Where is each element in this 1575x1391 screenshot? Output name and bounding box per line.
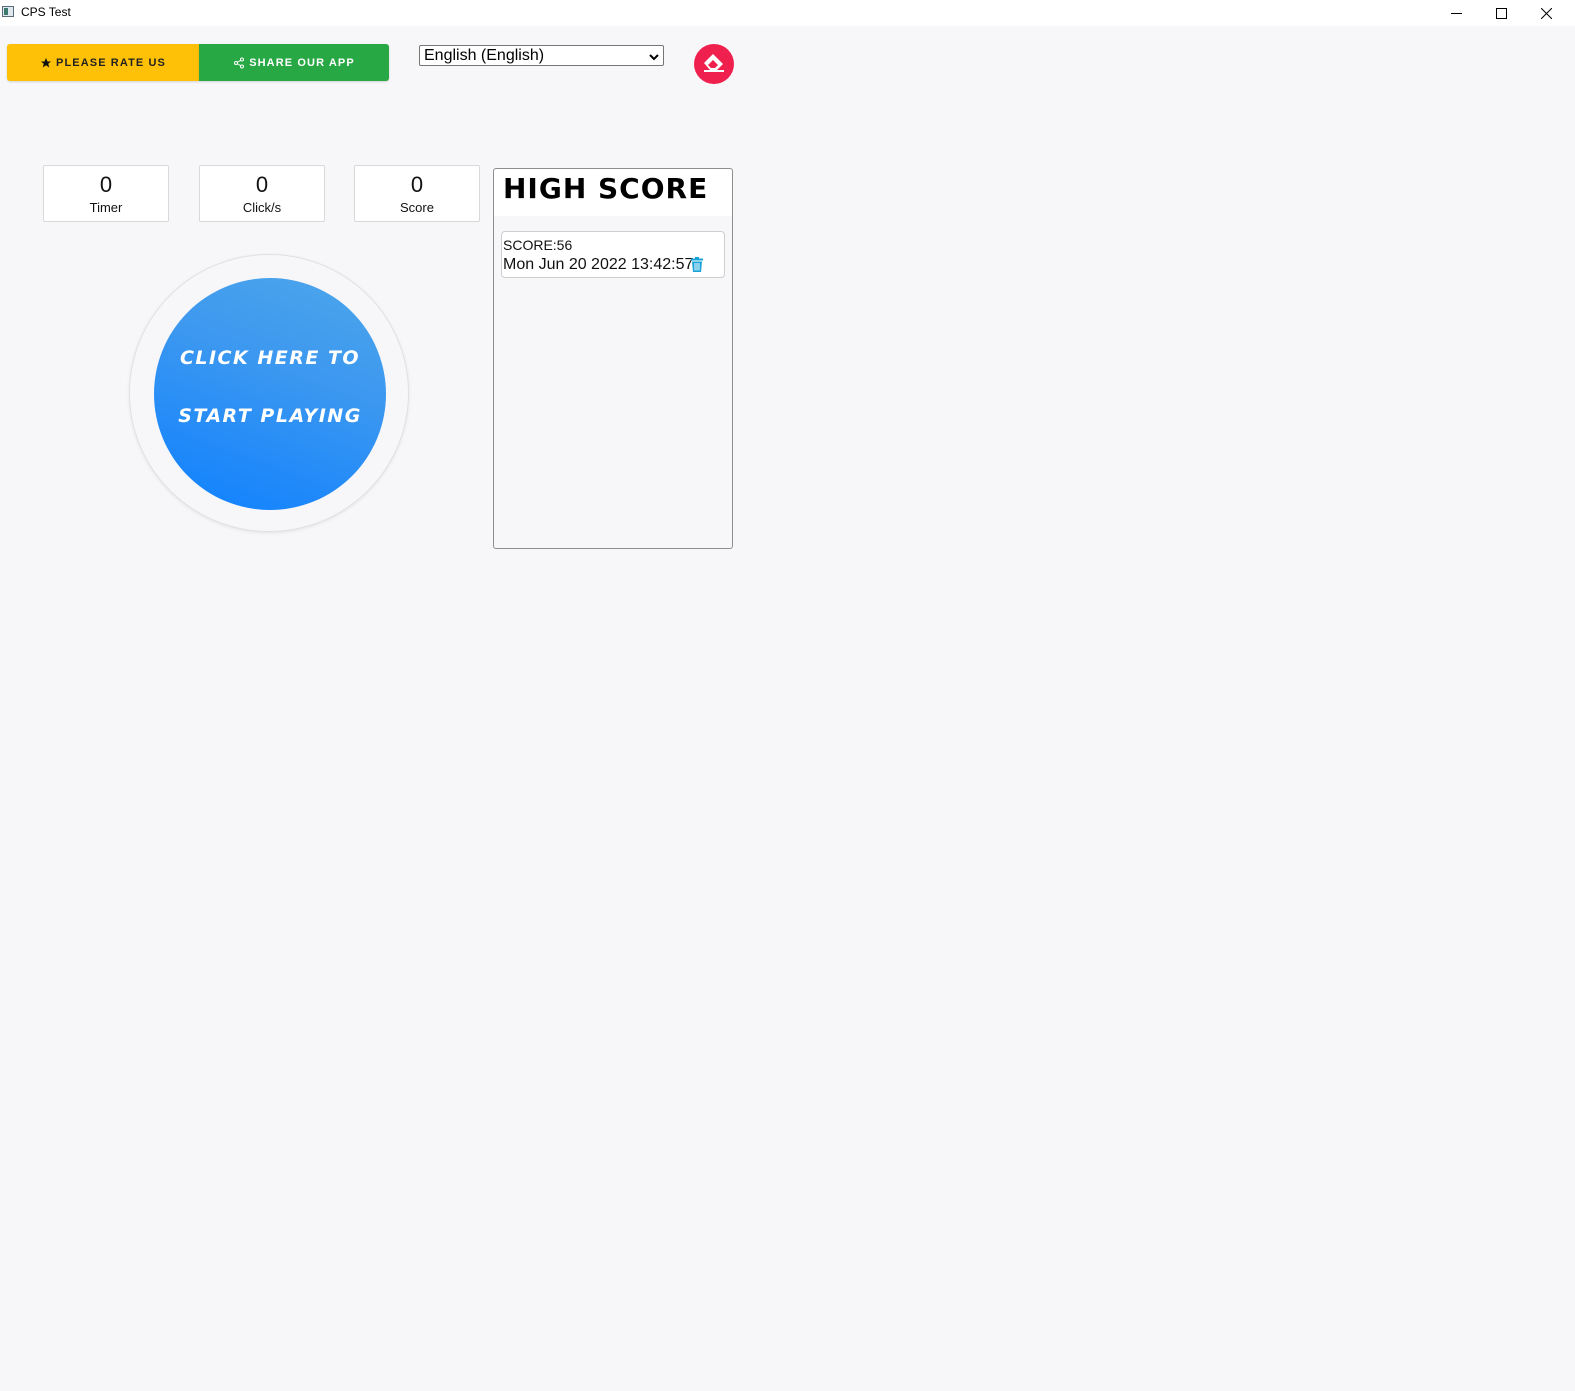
timer-label: Timer bbox=[89, 200, 123, 215]
score-value: 0 bbox=[410, 172, 424, 197]
high-score-panel: HiGH SCORE SCORE:56 Mon Jun 20 2022 13:4… bbox=[493, 168, 733, 549]
start-playing-line1: Click here to bbox=[179, 347, 361, 369]
eraser-icon bbox=[701, 51, 727, 78]
title-bar: CPS Test bbox=[0, 0, 1575, 26]
star-icon bbox=[40, 57, 52, 69]
share-icon bbox=[233, 57, 245, 69]
timer-value: 0 bbox=[99, 172, 113, 197]
share-app-button[interactable]: SHARE OUR APP bbox=[199, 44, 389, 81]
window-title: CPS Test bbox=[21, 5, 71, 19]
minimize-button[interactable] bbox=[1433, 0, 1479, 26]
high-score-header: HiGH SCORE bbox=[494, 169, 732, 216]
high-score-entry: SCORE:56 Mon Jun 20 2022 13:42:57 bbox=[501, 231, 725, 278]
clicks-per-second-stat: 0 Click/s bbox=[199, 165, 325, 222]
start-playing-button[interactable]: Click here to start playing bbox=[154, 278, 386, 510]
language-selected-value: English (English) bbox=[424, 46, 545, 64]
chevron-down-icon bbox=[648, 50, 660, 68]
share-app-label: SHARE OUR APP bbox=[249, 56, 355, 69]
start-playing-line2: start playing bbox=[178, 405, 362, 427]
close-button[interactable] bbox=[1523, 0, 1569, 26]
minimize-icon bbox=[1450, 12, 1462, 14]
high-score-title: HiGH SCORE bbox=[503, 172, 709, 205]
trash-icon[interactable] bbox=[690, 257, 704, 277]
timer-stat: 0 Timer bbox=[43, 165, 169, 222]
language-select[interactable]: English (English) bbox=[419, 45, 664, 66]
app-icon bbox=[2, 6, 14, 17]
rate-us-button[interactable]: PLEASE RATE US bbox=[7, 44, 199, 81]
high-score-entry-score: SCORE:56 bbox=[503, 237, 573, 253]
score-label: Score bbox=[400, 200, 434, 215]
close-icon bbox=[1540, 7, 1552, 19]
high-score-entry-date: Mon Jun 20 2022 13:42:57 bbox=[503, 256, 694, 273]
clicks-per-second-label: Click/s bbox=[242, 200, 282, 215]
rate-us-label: PLEASE RATE US bbox=[56, 56, 166, 69]
maximize-button[interactable] bbox=[1478, 0, 1524, 26]
clicks-per-second-value: 0 bbox=[255, 172, 269, 197]
maximize-icon bbox=[1495, 7, 1507, 19]
score-stat: 0 Score bbox=[354, 165, 480, 222]
reset-eraser-button[interactable] bbox=[694, 44, 734, 84]
